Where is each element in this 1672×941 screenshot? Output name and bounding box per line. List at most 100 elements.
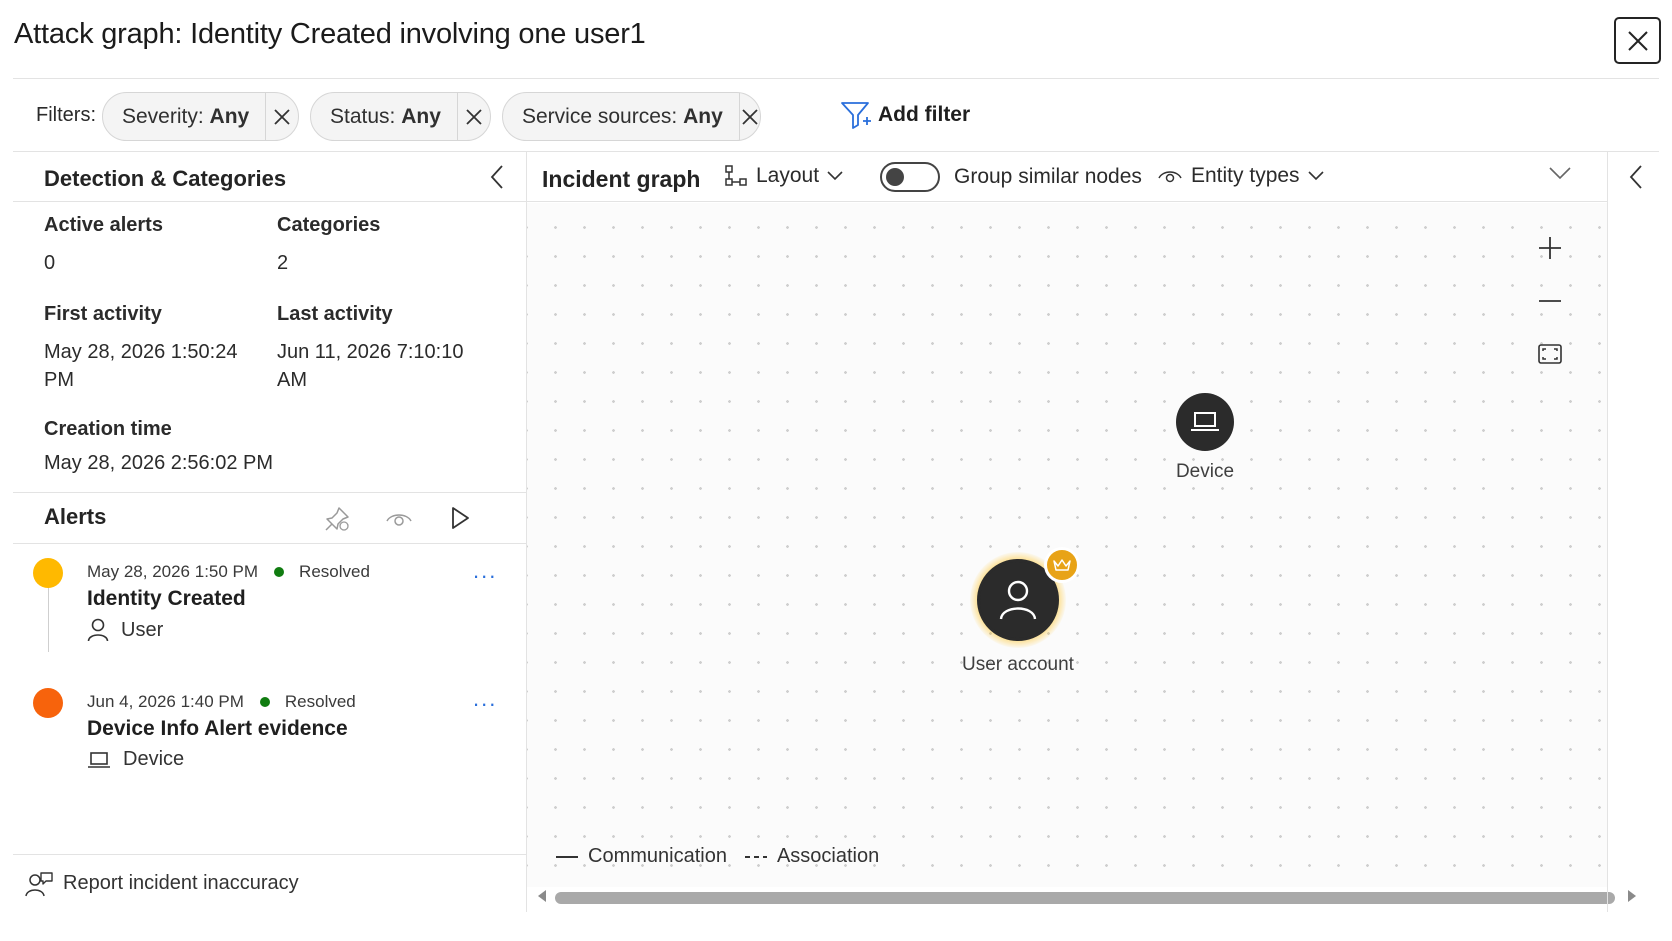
alert-entity[interactable]: User bbox=[87, 618, 163, 642]
play-icon bbox=[452, 507, 469, 529]
zoom-in-button[interactable] bbox=[1530, 228, 1570, 268]
layout-icon bbox=[725, 165, 747, 186]
alerts-header: Alerts bbox=[13, 492, 526, 544]
severity-dot bbox=[33, 688, 63, 718]
chevron-down-icon bbox=[1549, 167, 1571, 180]
group-similar-label: Group similar nodes bbox=[954, 165, 1142, 188]
remove-filter-button[interactable] bbox=[456, 93, 490, 140]
creation-time-field: Creation time May 28, 2026 2:56:02 PM bbox=[44, 418, 273, 477]
collapse-panel-button[interactable] bbox=[489, 164, 505, 195]
scroll-right-arrow[interactable] bbox=[1628, 890, 1636, 902]
active-alerts-value: 0 bbox=[44, 252, 56, 274]
fit-to-screen-button[interactable] bbox=[1530, 334, 1570, 374]
pin-icon bbox=[325, 507, 349, 531]
alert-timestamp: May 28, 2026 1:50 PM bbox=[87, 562, 259, 581]
filter-chip-service-sources[interactable]: Service sources: Any bbox=[502, 92, 761, 141]
user-icon bbox=[87, 618, 109, 642]
right-rail-divider bbox=[1607, 152, 1608, 912]
graph-node-user-account[interactable]: User account bbox=[948, 547, 1088, 676]
remove-filter-button[interactable] bbox=[738, 93, 760, 140]
graph-canvas[interactable] bbox=[527, 203, 1607, 887]
eye-icon bbox=[386, 514, 412, 526]
graph-legend: Communication Association bbox=[556, 845, 879, 868]
toggle-knob bbox=[886, 168, 904, 186]
detection-title: Detection & Categories bbox=[44, 166, 287, 191]
expand-side-panel-button[interactable] bbox=[1628, 164, 1644, 195]
alert-meta: May 28, 2026 1:50 PM Resolved bbox=[87, 562, 370, 582]
first-activity-value-line: May 28, 2026 1:50:24 bbox=[44, 341, 238, 363]
alert-status: Resolved bbox=[299, 562, 370, 581]
add-filter-button[interactable]: Add filter bbox=[840, 100, 970, 130]
filter-chip-text: Service sources: Any bbox=[522, 104, 723, 128]
close-icon bbox=[1627, 30, 1648, 51]
pin-button[interactable] bbox=[323, 505, 351, 538]
graph-node-device[interactable]: Device bbox=[1150, 393, 1260, 483]
filter-chip-status[interactable]: Status: Any bbox=[310, 92, 491, 141]
play-button[interactable] bbox=[449, 505, 471, 536]
fit-screen-icon bbox=[1538, 344, 1562, 364]
active-alerts-field: Active alerts 0 bbox=[44, 214, 163, 277]
last-activity-label: Last activity bbox=[277, 303, 393, 325]
detection-panel: Detection & Categories Active alerts 0 C… bbox=[13, 152, 526, 912]
close-icon bbox=[274, 108, 290, 125]
user-icon bbox=[999, 580, 1037, 620]
status-dot bbox=[259, 697, 270, 707]
first-activity-label: First activity bbox=[44, 303, 162, 325]
close-button[interactable] bbox=[1614, 17, 1661, 64]
severity-dot bbox=[33, 558, 63, 588]
last-activity-value: Jun 11, 2026 7:10:10 AM bbox=[277, 338, 463, 394]
toggle-switch[interactable] bbox=[880, 162, 940, 192]
alert-entity-label: Device bbox=[123, 748, 185, 770]
filter-chip-severity[interactable]: Severity: Any bbox=[102, 92, 299, 141]
close-icon bbox=[742, 108, 758, 125]
scroll-left-arrow[interactable] bbox=[538, 890, 546, 902]
first-activity-field: First activity May 28, 2026 1:50:24 PM bbox=[44, 303, 237, 394]
minus-icon bbox=[1539, 300, 1561, 302]
chevron-down-icon bbox=[827, 171, 843, 181]
remove-filter-button[interactable] bbox=[265, 93, 298, 140]
graph-toolbar: Incident graph Layout Group similar node… bbox=[527, 152, 1607, 202]
add-filter-label: Add filter bbox=[878, 103, 971, 126]
layout-dropdown[interactable]: Layout bbox=[724, 164, 843, 188]
horizontal-scrollbar[interactable] bbox=[555, 892, 1615, 904]
creation-time-label: Creation time bbox=[44, 418, 172, 440]
view-button[interactable] bbox=[385, 505, 413, 538]
report-label: Report incident inaccuracy bbox=[63, 872, 299, 894]
categories-value: 2 bbox=[277, 252, 289, 274]
zoom-out-button[interactable] bbox=[1530, 281, 1570, 321]
first-activity-value: May 28, 2026 1:50:24 PM bbox=[44, 338, 237, 394]
alert-status: Resolved bbox=[284, 692, 356, 711]
filter-chip-text: Severity: Any bbox=[122, 104, 250, 128]
filter-chip-text: Status: Any bbox=[330, 104, 441, 128]
entity-types-label: Entity types bbox=[1191, 164, 1300, 187]
close-icon bbox=[466, 108, 482, 125]
crown-icon bbox=[1053, 559, 1071, 571]
report-inaccuracy-button[interactable]: Report incident inaccuracy bbox=[13, 854, 526, 912]
chevron-down-icon bbox=[1307, 171, 1324, 181]
alert-title[interactable]: Device Info Alert evidence bbox=[87, 717, 348, 741]
alert-title[interactable]: Identity Created bbox=[87, 587, 246, 611]
eye-icon bbox=[1158, 171, 1182, 183]
status-dot bbox=[274, 567, 285, 577]
alert-meta: Jun 4, 2026 1:40 PM Resolved bbox=[87, 692, 356, 712]
alert-entity-label: User bbox=[121, 618, 164, 641]
last-activity-field: Last activity Jun 11, 2026 7:10:10 AM bbox=[277, 303, 463, 394]
group-similar-toggle[interactable]: Group similar nodes bbox=[880, 162, 1142, 192]
chevron-left-icon bbox=[490, 165, 503, 189]
node-circle[interactable] bbox=[1176, 393, 1234, 451]
legend-dashed-line bbox=[744, 855, 767, 858]
more-options-button[interactable]: ... bbox=[473, 558, 497, 584]
node-label: User account bbox=[962, 654, 1074, 675]
alert-timestamp: Jun 4, 2026 1:40 PM bbox=[87, 692, 244, 711]
alert-entity[interactable]: Device bbox=[87, 748, 184, 771]
alerts-title: Alerts bbox=[44, 504, 107, 529]
detection-panel-header: Detection & Categories bbox=[13, 152, 526, 202]
categories-label: Categories bbox=[277, 214, 381, 236]
entity-types-dropdown[interactable]: Entity types bbox=[1157, 164, 1324, 188]
first-activity-value-line: PM bbox=[44, 369, 74, 391]
graph-title: Incident graph bbox=[542, 166, 701, 192]
more-options-button[interactable]: ... bbox=[473, 686, 497, 712]
last-activity-value-line: Jun 11, 2026 7:10:10 bbox=[277, 341, 464, 363]
expand-toolbar-button[interactable] bbox=[1549, 166, 1571, 185]
laptop-icon bbox=[1191, 412, 1219, 431]
